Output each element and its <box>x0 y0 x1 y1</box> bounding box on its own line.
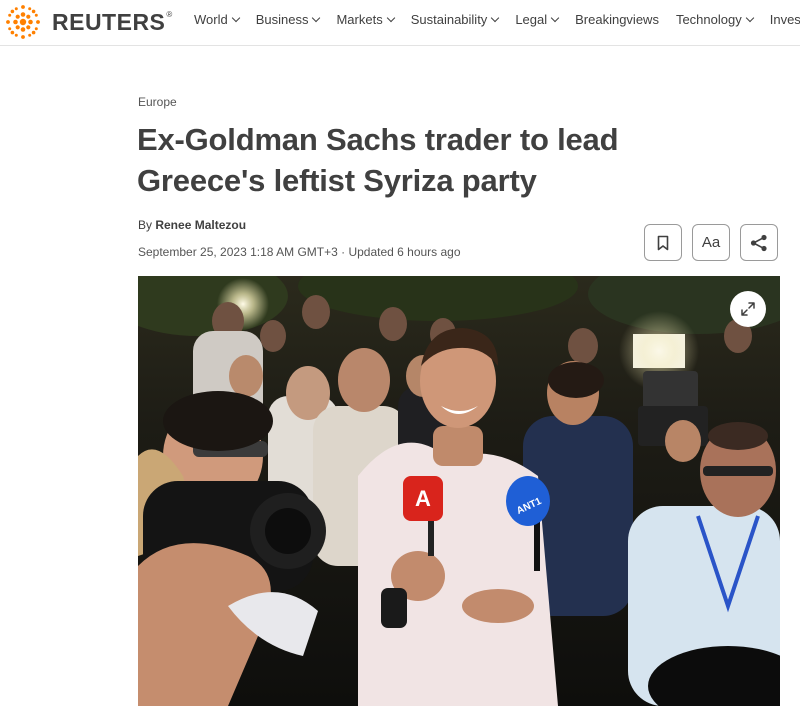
author-link[interactable]: Renee Maltezou <box>155 218 246 232</box>
nav-item-label: Sustainability <box>410 12 488 27</box>
brand-wordmark: REUTERS <box>52 8 166 35</box>
nav-item-investigations[interactable]: Invest <box>770 12 800 27</box>
share-button[interactable] <box>740 224 778 261</box>
section-link[interactable]: Europe <box>138 95 177 109</box>
nav-item-breakingviews[interactable]: Breakingviews <box>575 12 659 27</box>
nav-item-world[interactable]: World <box>194 12 240 27</box>
nav-item-label: Invest <box>769 12 800 27</box>
byline: By Renee Maltezou <box>138 218 246 232</box>
nav-item-label: World <box>194 12 228 27</box>
nav-item-label: Technology <box>675 12 742 27</box>
expand-photo-button[interactable] <box>730 291 766 327</box>
share-icon <box>750 234 767 251</box>
text-size-label: Aa <box>701 234 721 251</box>
chevron-down-icon <box>386 13 395 22</box>
bookmark-icon <box>657 235 669 250</box>
text-size-button[interactable]: Aa <box>692 224 730 261</box>
nav-item-label: Markets <box>336 12 383 27</box>
photo-image: A ANT1 <box>138 276 780 706</box>
reuters-logo[interactable]: REUTERS ® <box>2 1 173 43</box>
nav-item-label: Legal <box>515 12 548 27</box>
nav-item-business[interactable]: Business <box>255 12 321 27</box>
chevron-down-icon <box>745 13 754 22</box>
expand-icon <box>741 302 755 316</box>
mic-red-logo: A <box>415 486 431 511</box>
dateline: September 25, 2023 1:18 AM GMT+3 · Updat… <box>138 245 461 259</box>
registered-mark: ® <box>166 9 173 19</box>
nav-item-legal[interactable]: Legal <box>515 12 560 27</box>
article-photo[interactable]: A ANT1 <box>138 276 780 706</box>
article-tools: Aa <box>644 224 778 261</box>
nav-item-label: Breakingviews <box>575 12 659 27</box>
reuters-dot-logo-icon <box>6 5 40 39</box>
article-headline: Ex-Goldman Sachs trader to lead Greece's… <box>137 122 619 198</box>
bookmark-button[interactable] <box>644 224 682 261</box>
top-navigation: REUTERS ® World Business Markets Sustain… <box>0 0 800 46</box>
nav-item-label: Business <box>255 12 309 27</box>
chevron-down-icon <box>312 13 321 22</box>
nav-item-technology[interactable]: Technology <box>675 12 754 27</box>
chevron-down-icon <box>550 13 560 22</box>
nav-item-markets[interactable]: Markets <box>336 12 395 27</box>
chevron-down-icon <box>491 13 500 22</box>
chevron-down-icon <box>231 13 240 22</box>
nav-item-sustainability[interactable]: Sustainability <box>410 12 500 27</box>
byline-prefix: By <box>138 218 156 232</box>
main-nav: World Business Markets Sustainability Le… <box>194 12 800 27</box>
